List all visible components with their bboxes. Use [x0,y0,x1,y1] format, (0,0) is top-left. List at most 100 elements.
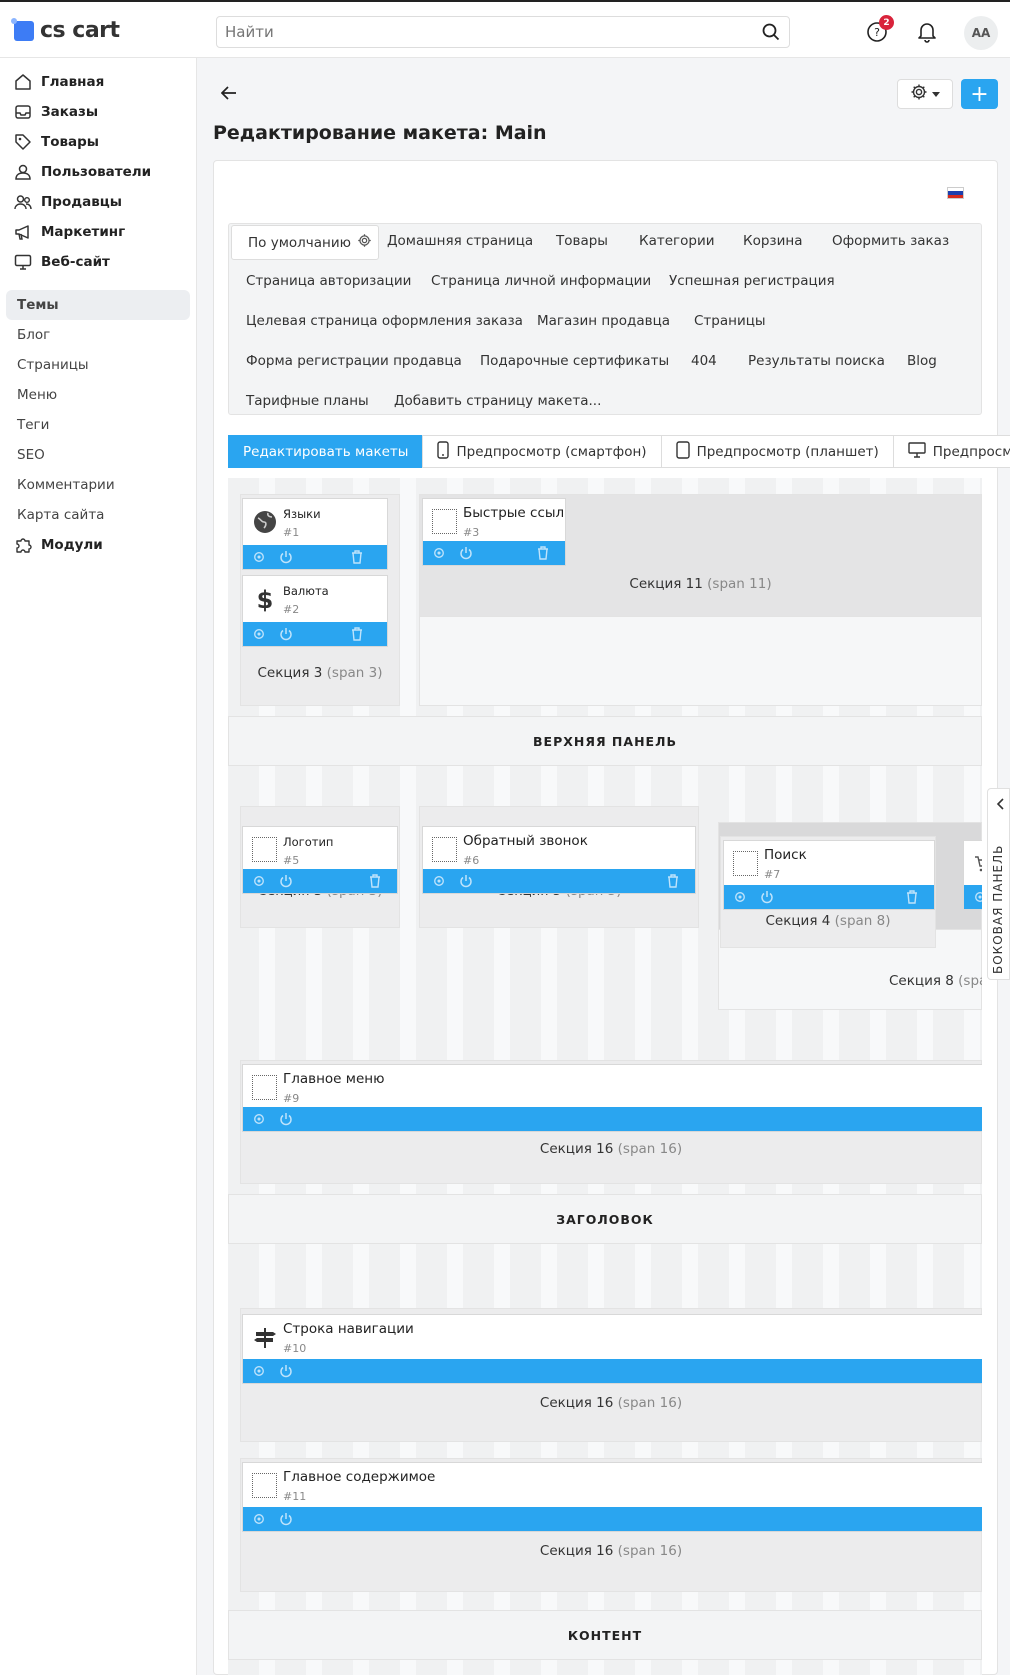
block-card[interactable] [963,840,982,910]
sidebar-item-products[interactable]: Товары [6,127,190,157]
sidebar-item-home[interactable]: Главная [6,67,190,97]
gear-icon[interactable] [251,549,267,565]
power-icon[interactable] [278,549,294,565]
tab-checkout[interactable]: Оформить заказ [832,233,949,249]
gear-icon[interactable] [972,889,982,905]
block-card[interactable]: Логотип #5 [242,826,398,894]
logo[interactable]: cs cart [11,17,120,43]
tab-blog[interactable]: Blog [907,353,937,369]
search-icon[interactable] [753,17,789,47]
tab-default[interactable]: По умолчанию [231,225,379,260]
preview-desktop-button[interactable]: Предпросмотр (ПК) [892,435,1010,468]
container-top-panel[interactable]: ВЕРХНЯЯ ПАНЕЛЬ [228,716,982,766]
power-icon[interactable] [278,873,294,889]
mode-label: Предпросмотр (ПК) [932,443,1010,460]
tab-pages[interactable]: Страницы [694,313,766,329]
tab-vendor-signup[interactable]: Форма регистрации продавца [246,353,462,369]
sidebar-item-users[interactable]: Пользователи [6,157,190,187]
sidebar-item-orders[interactable]: Заказы [6,97,190,127]
gear-icon[interactable] [357,233,372,252]
top-bar: cs cart ? 2 AA [0,0,1010,58]
tab-plans[interactable]: Тарифные планы [246,393,369,409]
placeholder-block-icon [432,837,457,862]
page-title: Редактирование макета: Main [213,122,547,144]
sidebar-item-modules[interactable]: Модули [6,530,190,560]
help-icon[interactable]: ? 2 [864,15,894,45]
tab-categories[interactable]: Категории [639,233,715,249]
side-panel-toggle[interactable]: БОКОВАЯ ПАНЕЛЬ [987,788,1010,980]
gear-icon[interactable] [251,626,267,642]
preview-tablet-button[interactable]: Предпросмотр (планшет) [660,435,894,468]
block-card[interactable]: Главное содержимое #11 [242,1462,982,1532]
svg-text:?: ? [874,26,880,39]
tab-home-page[interactable]: Домашняя страница [387,233,533,249]
gear-icon[interactable] [431,873,447,889]
bell-icon[interactable] [914,19,940,45]
power-icon[interactable] [458,545,474,561]
sidebar-item-seo[interactable]: SEO [6,440,190,470]
tab-registration-success[interactable]: Успешная регистрация [669,273,835,289]
trash-icon[interactable] [349,626,365,642]
power-icon[interactable] [759,889,775,905]
section-label: Секция 3 (span 3) [257,665,383,681]
sidebar-item-marketing[interactable]: Маркетинг [6,217,190,247]
gear-icon[interactable] [732,889,748,905]
gear-icon[interactable] [251,1363,267,1379]
block-name: Главное меню [283,1071,385,1087]
power-icon[interactable] [278,626,294,642]
power-icon[interactable] [458,873,474,889]
container-header[interactable]: ЗАГОЛОВОК [228,1194,982,1244]
tab-cart[interactable]: Корзина [743,233,802,249]
sidebar-item-comments[interactable]: Комментарии [6,470,190,500]
tab-search-results[interactable]: Результаты поиска [748,353,885,369]
gear-icon[interactable] [251,1111,267,1127]
tab-gift-certificates[interactable]: Подарочные сертификаты [480,353,669,369]
gear-icon[interactable] [251,1511,267,1527]
power-icon[interactable] [278,1111,294,1127]
block-toolbar [243,1107,982,1131]
sidebar-item-blog[interactable]: Блог [6,320,190,350]
sidebar-item-sitemap[interactable]: Карта сайта [6,500,190,530]
language-flag-icon[interactable] [947,187,964,199]
tab-404[interactable]: 404 [691,353,717,369]
sidebar-item-label: Блог [17,327,51,343]
block-card[interactable]: Языки #1 [242,498,388,570]
trash-icon[interactable] [665,873,681,889]
sidebar-item-menu[interactable]: Меню [6,380,190,410]
sidebar-item-website[interactable]: Веб-сайт [6,247,190,277]
block-name: Логотип [283,835,334,849]
sidebar-item-themes[interactable]: Темы [6,290,190,320]
sidebar-item-vendors[interactable]: Продавцы [6,187,190,217]
block-card[interactable]: Главное меню #9 [242,1064,982,1132]
block-card[interactable]: Строка навигации #10 [242,1314,982,1384]
tab-vendor-store[interactable]: Магазин продавца [537,313,670,329]
block-card[interactable]: Поиск #7 [723,840,935,910]
gear-icon[interactable] [431,545,447,561]
power-icon[interactable] [278,1511,294,1527]
tab-profile-page[interactable]: Страница личной информации [431,273,651,289]
avatar[interactable]: AA [964,16,998,50]
edit-layouts-button[interactable]: Редактировать макеты [228,435,424,468]
sidebar-item-tags[interactable]: Теги [6,410,190,440]
settings-dropdown-button[interactable] [897,79,953,109]
block-card[interactable]: Быстрые ссылки #3 [422,498,566,566]
trash-icon[interactable] [535,545,551,561]
add-button[interactable]: + [961,79,998,109]
tab-login-page[interactable]: Страница авторизации [246,273,411,289]
preview-smartphone-button[interactable]: Предпросмотр (смартфон) [422,435,662,468]
trash-icon[interactable] [349,549,365,565]
add-layout-page-link[interactable]: Добавить страницу макета... [394,393,601,409]
trash-icon[interactable] [904,889,920,905]
tab-products[interactable]: Товары [556,233,608,249]
power-icon[interactable] [278,1363,294,1379]
container-content[interactable]: КОНТЕНТ [228,1610,982,1660]
gear-icon[interactable] [251,873,267,889]
block-card[interactable]: $ Валюта #2 [242,575,388,647]
tab-checkout-landing[interactable]: Целевая страница оформления заказа [246,313,523,329]
block-card[interactable]: Обратный звонок #6 [422,826,696,894]
search-input[interactable] [217,17,753,47]
block-toolbar [423,541,565,565]
back-arrow-icon[interactable] [218,82,240,104]
sidebar-item-pages[interactable]: Страницы [6,350,190,380]
trash-icon[interactable] [367,873,383,889]
